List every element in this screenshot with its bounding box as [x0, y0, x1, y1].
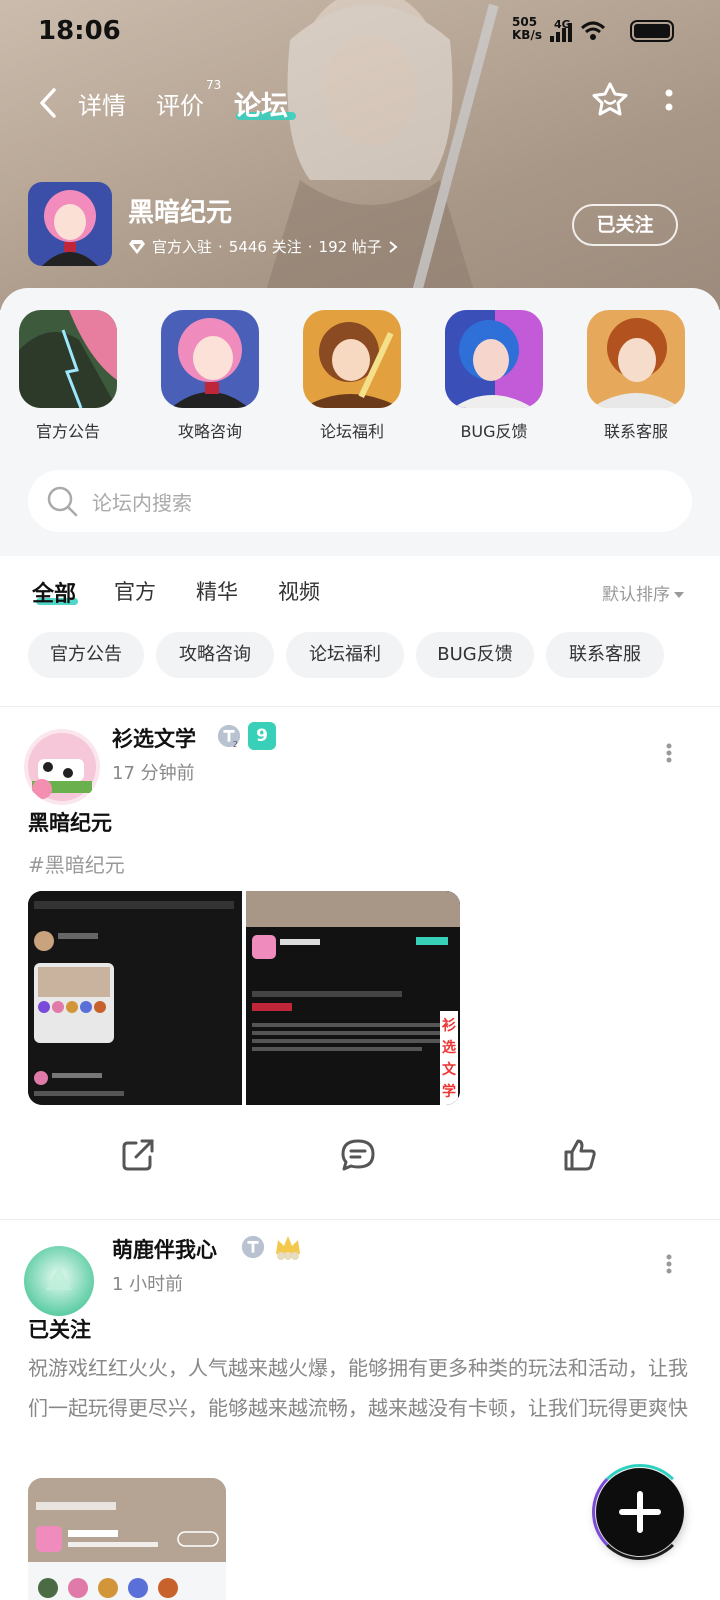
category-icon	[303, 310, 401, 408]
battery-icon	[630, 20, 674, 42]
followers-count: 5446 关注	[228, 238, 302, 256]
back-icon[interactable]	[34, 86, 64, 120]
game-info: 黑暗纪元 官方入驻 · 5446 关注 · 192 帖子 已关注	[28, 182, 692, 272]
game-meta[interactable]: 官方入驻 · 5446 关注 · 192 帖子	[128, 236, 398, 257]
image-watermark: 衫 选 文 学	[442, 1018, 456, 1100]
category-bug-report[interactable]: BUG反馈	[444, 310, 544, 442]
crown-icon	[276, 1236, 300, 1260]
review-count-badge: 73	[206, 78, 222, 92]
meta-separator: ·	[307, 237, 313, 256]
avatar[interactable]	[24, 729, 100, 805]
category-icon	[161, 310, 259, 408]
forum-search-bar[interactable]: 论坛内搜索	[28, 470, 692, 532]
network-speed: 505 KB/s	[512, 15, 542, 42]
chip-benefits[interactable]: 论坛福利	[286, 632, 404, 678]
favorite-star-icon[interactable]	[590, 80, 630, 120]
clock: 18:06	[38, 16, 121, 46]
user-rank-icon: 2	[217, 724, 241, 749]
caret-down-icon	[674, 592, 684, 598]
category-art	[445, 310, 543, 408]
comment-icon[interactable]	[340, 1137, 376, 1173]
tab-details[interactable]: 详情	[78, 86, 126, 121]
chip-guides[interactable]: 攻略咨询	[156, 632, 274, 678]
meta-separator: ·	[218, 237, 223, 256]
category-label: 攻略咨询	[177, 422, 242, 441]
post-image[interactable]	[28, 891, 242, 1105]
sort-dropdown[interactable]: 默认排序	[602, 580, 684, 605]
like-icon[interactable]	[562, 1137, 598, 1173]
category-icon	[587, 310, 685, 408]
category-official-notice[interactable]: 官方公告	[18, 310, 118, 442]
game-header: 18:06 505 KB/s 4G 详情 评价 73 论坛 黑暗纪元 官方入驻 …	[0, 0, 720, 310]
category-art	[303, 310, 401, 408]
category-label: BUG反馈	[460, 422, 528, 441]
category-label: 论坛福利	[319, 422, 384, 441]
filter-tab-all[interactable]: 全部	[32, 576, 76, 608]
more-menu-icon[interactable]	[664, 88, 674, 118]
official-label: 官方入驻	[152, 238, 213, 256]
category-guides[interactable]: 攻略咨询	[160, 310, 260, 442]
forum-board: 官方公告 攻略咨询 论坛福利 BUG反馈 联系客服 论坛内搜索	[0, 288, 720, 556]
filter-tab-official[interactable]: 官方	[114, 576, 156, 606]
top-nav: 详情 评价 73 论坛	[0, 78, 720, 128]
follow-button[interactable]: 已关注	[572, 204, 678, 246]
tab-reviews[interactable]: 评价	[156, 86, 204, 121]
category-label: 官方公告	[35, 422, 100, 441]
diamond-verified-icon	[129, 239, 145, 254]
category-icon	[445, 310, 543, 408]
post-time: 17 分钟前	[112, 763, 195, 784]
post-actions	[0, 1127, 720, 1187]
search-icon	[47, 486, 78, 517]
category-icon	[19, 310, 117, 408]
category-art	[19, 310, 117, 408]
post-time: 1 小时前	[112, 1274, 184, 1295]
signal-icon: 4G	[550, 18, 606, 42]
post-topic-tag[interactable]: #黑暗纪元	[28, 849, 125, 878]
share-icon[interactable]	[120, 1137, 156, 1173]
chip-support[interactable]: 联系客服	[546, 632, 664, 678]
post-more-icon[interactable]	[666, 1254, 672, 1274]
screenshot-thumbnail	[28, 1478, 226, 1600]
post-image[interactable]: 衫 选 文 学	[246, 891, 460, 1105]
post-image[interactable]	[28, 1478, 226, 1600]
category-support[interactable]: 联系客服	[586, 310, 686, 442]
avatar-art	[24, 1246, 94, 1316]
tab-forum[interactable]: 论坛	[234, 84, 288, 123]
level-badge: 9	[248, 722, 276, 750]
category-art	[587, 310, 685, 408]
chip-bug-report[interactable]: BUG反馈	[416, 632, 534, 678]
category-benefits[interactable]: 论坛福利	[302, 310, 402, 442]
screenshot-thumbnail	[246, 891, 460, 1105]
create-post-button[interactable]	[592, 1464, 688, 1560]
post-title[interactable]: 已关注	[28, 1314, 91, 1344]
post-body[interactable]: 祝游戏红红火火，人气越来越火爆，能够拥有更多种类的玩法和活动，让我们一起玩得更尽…	[28, 1348, 692, 1428]
filter-tab-video[interactable]: 视频	[278, 576, 320, 606]
category-art	[161, 310, 259, 408]
user-rank-icon	[241, 1235, 265, 1259]
game-icon[interactable]	[28, 182, 112, 266]
status-bar: 18:06 505 KB/s 4G	[0, 12, 720, 52]
post-more-icon[interactable]	[666, 743, 672, 763]
fab-ring	[592, 1464, 688, 1560]
post-card[interactable]: 衫选文学 2 9 17 分钟前 黑暗纪元 #黑暗纪元 衫 选 文 学	[0, 707, 720, 1219]
category-label: 联系客服	[603, 422, 668, 441]
game-title: 黑暗纪元	[128, 198, 233, 228]
posts-count: 192 帖子	[318, 238, 382, 256]
svg-text:2: 2	[233, 739, 238, 749]
chevron-right-icon	[389, 240, 398, 253]
game-icon-art	[28, 182, 112, 266]
search-input[interactable]: 论坛内搜索	[92, 487, 192, 516]
filter-tab-featured[interactable]: 精华	[196, 576, 238, 606]
avatar[interactable]	[24, 1246, 94, 1316]
sort-label: 默认排序	[602, 585, 670, 605]
author-name[interactable]: 衫选文学	[112, 723, 196, 753]
avatar-art	[24, 729, 100, 805]
author-name[interactable]: 萌鹿伴我心	[112, 1234, 217, 1264]
chip-official-notice[interactable]: 官方公告	[28, 632, 144, 678]
screenshot-thumbnail	[28, 891, 242, 1105]
post-filters: 全部 官方 精华 视频 默认排序 官方公告 攻略咨询 论坛福利 BUG反馈 联系…	[0, 556, 720, 706]
post-title[interactable]: 黑暗纪元	[28, 807, 112, 837]
